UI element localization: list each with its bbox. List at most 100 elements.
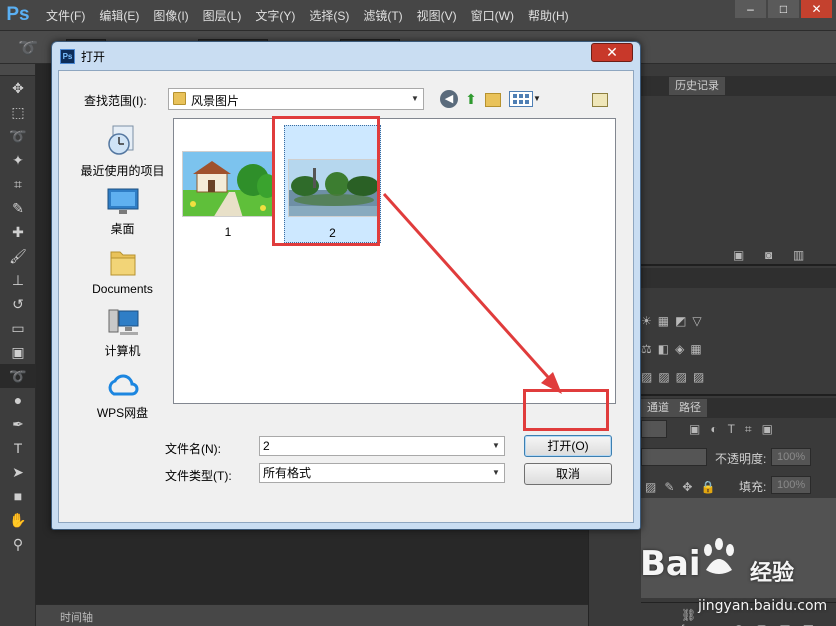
paw-logo-icon: [704, 538, 734, 574]
magic-wand-icon[interactable]: ✦: [0, 148, 36, 172]
opacity-label: 不透明度:: [715, 452, 767, 466]
file-item-selected[interactable]: 2: [284, 125, 381, 243]
panel-divider: [641, 394, 836, 396]
dialog-close-button[interactable]: ✕: [591, 43, 633, 62]
cancel-button[interactable]: 取消: [524, 463, 612, 485]
file-list[interactable]: 1 2: [173, 118, 616, 404]
file-item[interactable]: 1: [178, 147, 278, 241]
place-label: Documents: [92, 282, 153, 296]
open-dialog: Ps 打开 ✕ 查找范围(I): 风景图片 ▼ ◀ ⬆ ▼ 最近使用的项目 桌面…: [51, 41, 641, 530]
layer-filter-icons[interactable]: ▣◐T⌗▣: [689, 422, 783, 437]
menu-filter[interactable]: 滤镜(T): [363, 7, 402, 24]
stamp-tool-icon[interactable]: ⊥: [0, 268, 36, 292]
eyedropper-icon[interactable]: ✎: [0, 196, 36, 220]
shape-tool-icon[interactable]: ■: [0, 484, 36, 508]
menu-bar: Ps 文件(F) 编辑(E) 图像(I) 图层(L) 文字(Y) 选择(S) 滤…: [0, 0, 836, 30]
dialog-titlebar[interactable]: Ps 打开 ✕: [52, 42, 640, 70]
lasso-tool-preset-icon[interactable]: ➰: [18, 38, 40, 58]
places-bar: 最近使用的项目 桌面 Documents 计算机 WPS网盘: [73, 118, 172, 420]
window-controls: – □ ✕: [733, 0, 832, 18]
tab-channels[interactable]: 通道: [641, 399, 675, 417]
menu-view[interactable]: 视图(V): [417, 7, 457, 24]
filename-input[interactable]: 2 ▼: [259, 436, 505, 456]
minimize-button[interactable]: –: [735, 0, 766, 18]
new-folder-icon[interactable]: [485, 93, 501, 107]
path-select-icon[interactable]: ➤: [0, 460, 36, 484]
watermark-suffix: 经验: [750, 561, 795, 586]
move-tool-icon[interactable]: ✥: [0, 76, 36, 100]
place-documents[interactable]: Documents: [73, 246, 172, 296]
grid-view-icon: [513, 94, 529, 104]
pen-tool-icon[interactable]: ✒: [0, 412, 36, 436]
toolbox-grip[interactable]: [0, 64, 35, 76]
menu-window[interactable]: 窗口(W): [471, 7, 514, 24]
filetype-select[interactable]: 所有格式 ▼: [259, 463, 505, 483]
blend-mode-select[interactable]: [641, 448, 707, 466]
menu-edit[interactable]: 编辑(E): [99, 7, 139, 24]
place-label: WPS网盘: [96, 406, 149, 420]
lasso-active-icon[interactable]: ➰: [0, 364, 36, 388]
tab-paths[interactable]: 路径: [673, 399, 707, 417]
menu-help[interactable]: 帮助(H): [528, 7, 569, 24]
lock-icons[interactable]: ▨✎✥🔒: [645, 480, 723, 494]
menu-type[interactable]: 文字(Y): [255, 7, 295, 24]
hand-tool-icon[interactable]: ✋: [0, 508, 36, 532]
healing-brush-icon[interactable]: ✚: [0, 220, 36, 244]
place-recent[interactable]: 最近使用的项目: [73, 124, 172, 179]
chevron-down-icon[interactable]: ▼: [488, 437, 504, 455]
tab-history[interactable]: 历史记录: [669, 77, 725, 95]
computer-icon: [108, 309, 138, 335]
adjustment-icons[interactable]: ▨▨▨▨: [641, 370, 710, 384]
dialog-title: 打开: [81, 50, 106, 64]
toolbox: ✥ ⬚ ➰ ✦ ⌗ ✎ ✚ 🖌 ⊥ ↺ ▭ ▣ ➰ ● ✒ T ➤ ■ ✋ ⚲: [0, 64, 36, 626]
menu-image[interactable]: 图像(I): [153, 7, 188, 24]
landscape-thumbnail-1: [182, 151, 274, 217]
chevron-down-icon[interactable]: ▼: [407, 89, 423, 109]
lookin-select[interactable]: 风景图片 ▼: [168, 88, 424, 110]
menu-layer[interactable]: 图层(L): [203, 7, 242, 24]
menu-file[interactable]: 文件(F): [46, 7, 85, 24]
documents-folder-icon: [110, 251, 135, 276]
back-icon[interactable]: ◀: [440, 90, 458, 108]
crop-tool-icon[interactable]: ⌗: [0, 172, 36, 196]
adjustment-icons[interactable]: ⚖◧◈▦: [641, 342, 708, 356]
place-label: 计算机: [104, 344, 141, 358]
view-menu-icon[interactable]: [509, 91, 533, 107]
lasso-tool-icon[interactable]: ➰: [0, 124, 36, 148]
photoshop-app-icon: Ps: [60, 49, 75, 64]
folder-star-icon[interactable]: [592, 93, 608, 107]
menu-select[interactable]: 选择(S): [309, 7, 349, 24]
maximize-button[interactable]: □: [768, 0, 799, 18]
chevron-down-icon[interactable]: ▼: [488, 464, 504, 482]
filetype-label: 文件类型(T):: [165, 469, 232, 483]
trash-icon[interactable]: ▥: [793, 248, 804, 262]
close-window-button[interactable]: ✕: [801, 0, 832, 18]
eraser-tool-icon[interactable]: ▭: [0, 316, 36, 340]
timeline-label[interactable]: 时间轴: [60, 609, 93, 625]
zoom-tool-icon[interactable]: ⚲: [0, 532, 36, 556]
photoshop-logo: Ps: [6, 4, 30, 25]
recent-items-icon: [107, 125, 133, 155]
dodge-tool-icon[interactable]: ●: [0, 388, 36, 412]
history-brush-icon[interactable]: ↺: [0, 292, 36, 316]
gradient-tool-icon[interactable]: ▣: [0, 340, 36, 364]
opacity-field[interactable]: 100%: [771, 448, 811, 466]
panel-divider: [641, 264, 836, 266]
marquee-tool-icon[interactable]: ⬚: [0, 100, 36, 124]
camera-icon[interactable]: ◙: [765, 248, 772, 262]
brush-tool-icon[interactable]: 🖌: [0, 244, 36, 268]
layer-filter-field[interactable]: [641, 420, 667, 438]
landscape-thumbnail-2: [288, 159, 378, 217]
place-desktop[interactable]: 桌面: [73, 186, 172, 237]
up-folder-icon[interactable]: ⬆: [462, 90, 480, 108]
fill-field[interactable]: 100%: [771, 476, 811, 494]
folder-icon: [173, 92, 186, 105]
place-wps-cloud[interactable]: WPS网盘: [73, 370, 172, 421]
place-computer[interactable]: 计算机: [73, 306, 172, 359]
view-dropdown-icon[interactable]: ▼: [533, 91, 541, 109]
open-button[interactable]: 打开(O): [524, 435, 612, 457]
cloud-icon: [108, 374, 138, 396]
new-snapshot-icon[interactable]: ▣: [733, 248, 744, 262]
adjustment-icons[interactable]: ☀▦◩▽: [641, 314, 708, 328]
type-tool-icon[interactable]: T: [0, 436, 36, 460]
